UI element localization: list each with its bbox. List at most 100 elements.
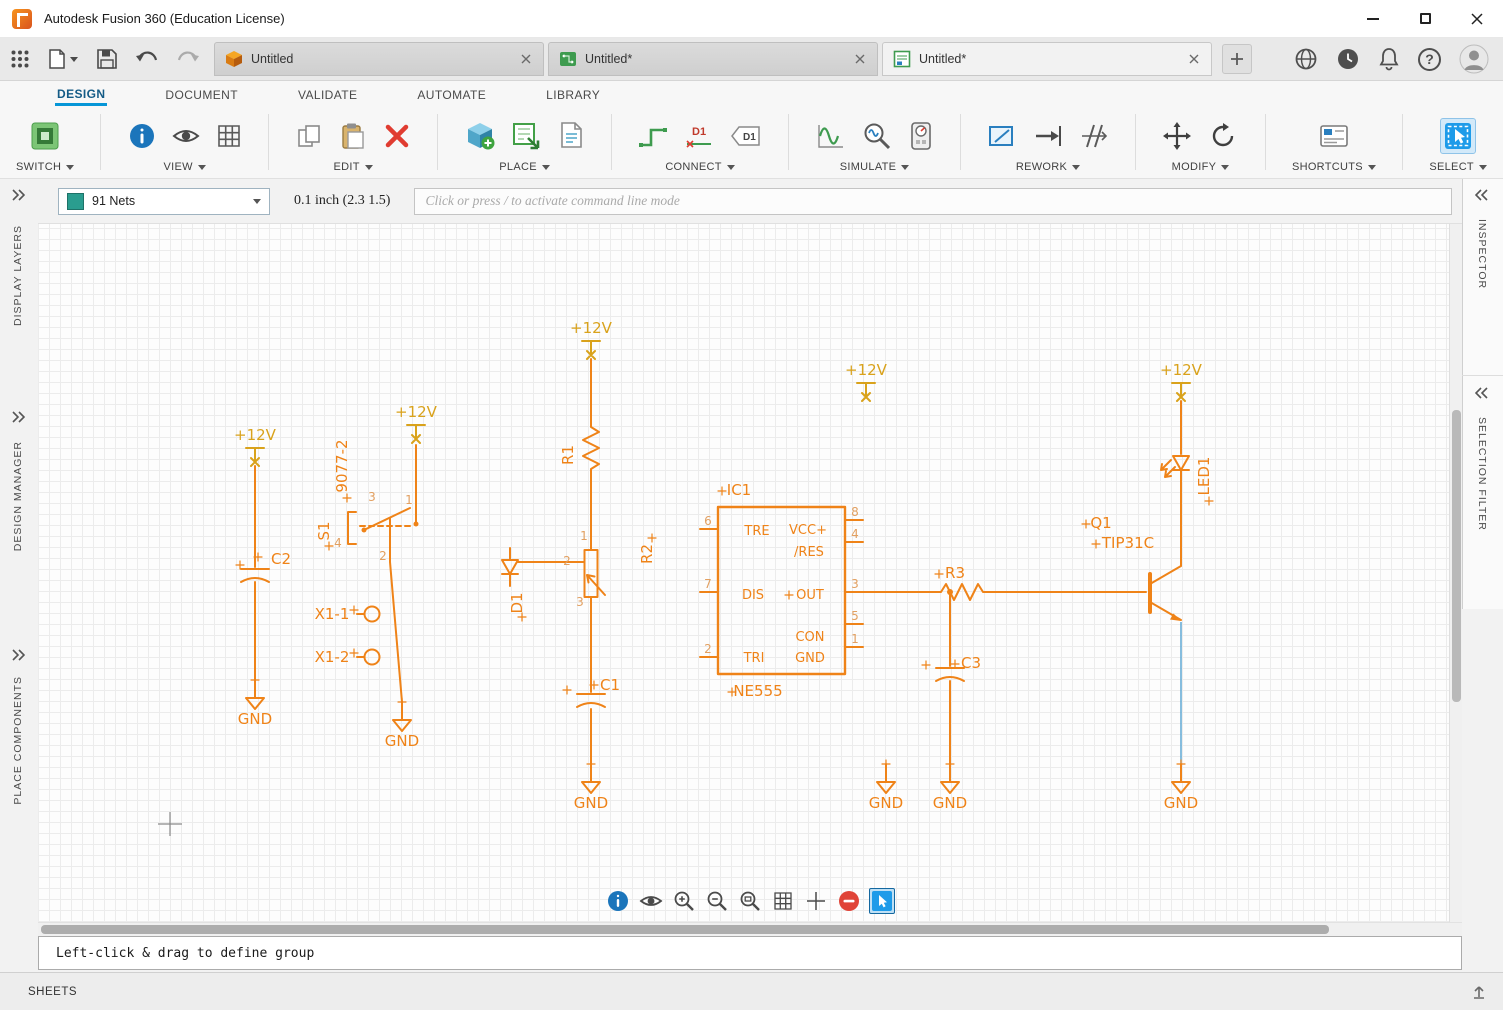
schematic-label[interactable]: GND — [238, 710, 272, 728]
draw-net-button[interactable] — [638, 122, 668, 150]
doc-tab-board[interactable]: Untitled* — [548, 42, 878, 76]
power-symbols-12v[interactable] — [246, 341, 1190, 466]
tab-close-button[interactable] — [853, 52, 867, 66]
schematic-label[interactable]: 5 — [851, 609, 859, 623]
vertical-scrollbar-thumb[interactable] — [1452, 410, 1461, 702]
schematic-label[interactable]: 1 — [405, 493, 413, 507]
switch-menu[interactable]: SWITCH — [16, 161, 74, 173]
schematic-label[interactable]: 2 — [563, 554, 571, 568]
schematic-label[interactable]: Q1 — [1090, 514, 1111, 532]
tab-library[interactable]: LIBRARY — [544, 84, 602, 106]
redo-button[interactable] — [176, 49, 200, 69]
net-name-button[interactable]: D1 — [684, 122, 714, 150]
tab-sheets[interactable]: SHEETS — [28, 986, 77, 998]
shortcuts-menu[interactable]: SHORTCUTS — [1292, 161, 1376, 173]
panel-display-layers[interactable]: DISPLAY LAYERS — [12, 225, 24, 326]
horizontal-scrollbar[interactable] — [38, 922, 1462, 936]
rotate-button[interactable] — [1208, 121, 1238, 151]
schematic-label[interactable]: +12V — [570, 319, 613, 337]
canvas-visibility-button[interactable] — [638, 888, 664, 914]
simulate-menu[interactable]: SIMULATE — [840, 161, 910, 173]
switch-workspace-button[interactable] — [29, 121, 61, 151]
schematic-label[interactable]: CON — [795, 630, 824, 645]
schematic-label[interactable]: TRI — [743, 651, 765, 666]
schematic-label[interactable]: TRE — [743, 524, 769, 539]
schematic-label[interactable]: +12V — [1160, 361, 1203, 379]
simulation-button[interactable] — [816, 122, 846, 150]
switch-s1[interactable] — [348, 508, 419, 544]
select-menu[interactable]: SELECT — [1429, 161, 1487, 173]
schematic-label[interactable]: GND — [574, 794, 608, 812]
schematic-label[interactable]: GND — [795, 651, 825, 666]
schematic-label[interactable]: X1-2 — [315, 648, 350, 666]
job-status-button[interactable] — [1336, 47, 1360, 71]
file-menu-button[interactable] — [47, 48, 79, 70]
rework-compare-button[interactable] — [1079, 122, 1109, 150]
doc-tab-schematic[interactable]: Untitled* — [882, 42, 1212, 76]
rework-apply-button[interactable] — [1033, 122, 1063, 150]
connector-x1-2[interactable] — [357, 650, 380, 665]
schematic-label[interactable]: GND — [385, 732, 419, 750]
doc-tab-model[interactable]: Untitled — [214, 42, 544, 76]
schematic-label[interactable]: 2 — [704, 642, 712, 656]
move-button[interactable] — [1162, 121, 1192, 151]
resistor-r3[interactable] — [936, 584, 1000, 600]
capacitor-c2[interactable] — [241, 569, 269, 582]
minimize-button[interactable] — [1347, 0, 1399, 37]
shortcuts-panel-button[interactable] — [1319, 123, 1349, 149]
schematic-canvas-area[interactable]: +12V+12V+12V+12V+12VGNDGNDGNDGNDGNDGNDC2… — [38, 224, 1449, 922]
schematic-label[interactable]: NE555 — [733, 682, 782, 700]
tab-close-button[interactable] — [1187, 52, 1201, 66]
led-led1[interactable] — [1161, 456, 1189, 490]
panel-selection-filter[interactable]: SELECTION FILTER — [1476, 417, 1488, 531]
schematic-label[interactable]: VCC+ — [789, 523, 827, 538]
schematic-label[interactable]: OUT — [796, 588, 824, 603]
schematic-label[interactable]: 4 — [851, 527, 859, 541]
connect-menu[interactable]: CONNECT — [665, 161, 735, 173]
schematic-label[interactable]: 2 — [379, 549, 387, 563]
visibility-button[interactable] — [172, 125, 200, 147]
stop-command-button[interactable] — [836, 888, 862, 914]
schematic-label[interactable]: +12V — [395, 403, 438, 421]
place-menu[interactable]: PLACE — [499, 161, 550, 173]
tab-design[interactable]: DESIGN — [55, 83, 107, 106]
potentiometer-r2[interactable] — [585, 550, 606, 597]
expand-inspector-button[interactable] — [1475, 189, 1489, 201]
schematic-label[interactable]: IC1 — [727, 481, 751, 499]
schematic-label[interactable]: GND — [869, 794, 903, 812]
schematic-label[interactable]: 8 — [851, 505, 859, 519]
paste-button[interactable] — [339, 122, 367, 150]
user-avatar-button[interactable] — [1459, 44, 1489, 74]
schematic-label[interactable]: 1 — [580, 529, 588, 543]
canvas-select-button[interactable] — [869, 888, 895, 914]
app-grid-button[interactable] — [10, 49, 30, 69]
schematic-label[interactable]: D1 — [508, 592, 526, 613]
grid-settings-button[interactable] — [216, 123, 242, 149]
place-document-button[interactable] — [557, 121, 585, 151]
edit-menu[interactable]: EDIT — [333, 161, 372, 173]
panel-inspector[interactable]: INSPECTOR — [1476, 219, 1488, 289]
canvas-grid-button[interactable] — [770, 888, 796, 914]
schematic-label[interactable]: /RES — [794, 545, 824, 560]
schematic-label[interactable]: S1 — [315, 521, 333, 540]
rework-menu[interactable]: REWORK — [1016, 161, 1080, 173]
command-line-input[interactable] — [414, 188, 1452, 215]
vertical-scrollbar[interactable] — [1449, 224, 1462, 922]
tab-validate[interactable]: VALIDATE — [296, 84, 359, 106]
diode-d1[interactable] — [502, 548, 518, 586]
schematic-label[interactable]: 9077-2 — [333, 439, 351, 492]
copy-button[interactable] — [295, 122, 323, 150]
schematic-label[interactable]: +12V — [845, 361, 888, 379]
canvas-info-button[interactable] — [605, 888, 631, 914]
view-menu[interactable]: VIEW — [164, 161, 206, 173]
zoom-in-button[interactable] — [671, 888, 697, 914]
schematic-label[interactable]: GND — [1164, 794, 1198, 812]
modify-menu[interactable]: MODIFY — [1172, 161, 1230, 173]
probe-button[interactable] — [862, 121, 892, 151]
undo-button[interactable] — [135, 49, 159, 69]
dock-panel-button[interactable] — [1471, 984, 1487, 1000]
help-button[interactable]: ? — [1418, 48, 1441, 71]
schematic-drawing[interactable]: +12V+12V+12V+12V+12VGNDGNDGNDGNDGNDGNDC2… — [38, 224, 1447, 922]
schematic-label[interactable]: C3 — [961, 654, 981, 672]
rework-board-button[interactable] — [987, 122, 1017, 150]
